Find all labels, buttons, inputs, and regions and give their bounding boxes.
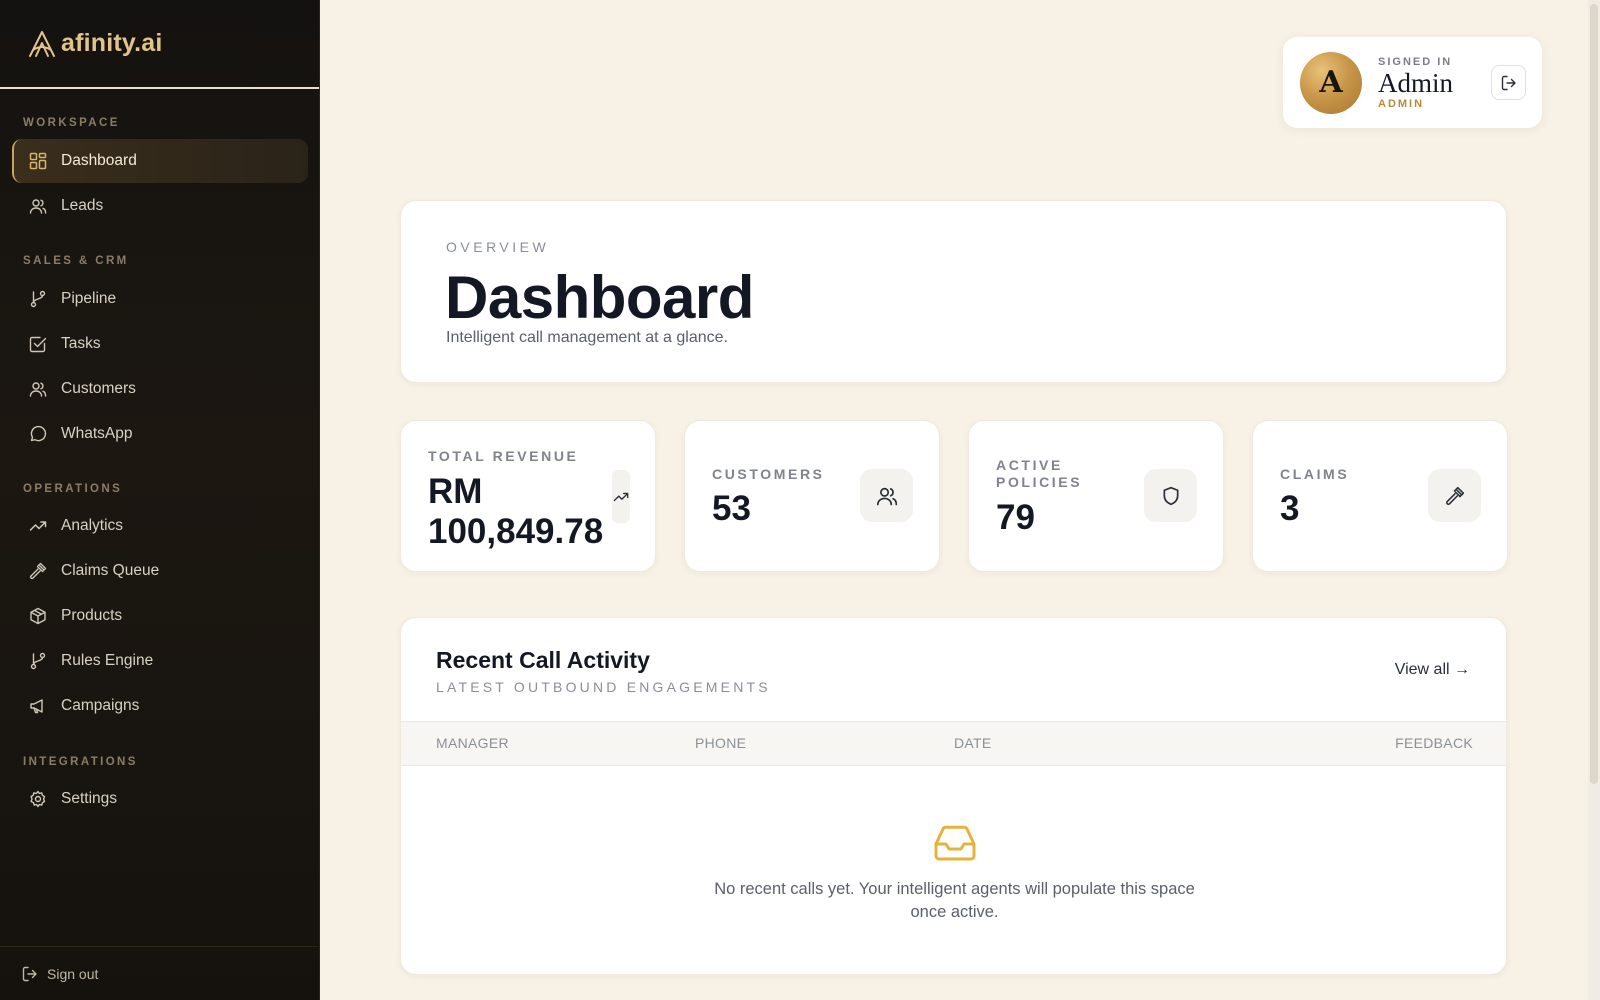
gavel-icon: [29, 562, 47, 580]
user-card: A SIGNED IN Admin ADMIN: [1283, 37, 1542, 128]
trending-up-icon: [29, 517, 47, 535]
log-out-icon: [1501, 75, 1517, 91]
brand[interactable]: afinity.ai: [0, 0, 319, 89]
sidebar-item-settings[interactable]: Settings: [12, 777, 308, 821]
gear-icon: [29, 790, 47, 808]
stat-value: 79: [996, 498, 1035, 537]
stat-value-line1: RM: [428, 472, 483, 511]
page-subtitle: Intelligent call management at a glance.: [446, 329, 728, 346]
sidebar-item-label: Products: [61, 607, 123, 624]
stat-value: 53: [712, 489, 751, 528]
stat-label-line2: POLICIES: [996, 474, 1083, 490]
section-sales: SALES & CRM: [23, 255, 129, 267]
main-content: A SIGNED IN Admin ADMIN OVERVIEW Dashboa…: [320, 0, 1600, 1000]
sidebar-item-label: Settings: [61, 790, 118, 807]
sidebar-item-products[interactable]: Products: [12, 594, 308, 638]
git-branch-icon: [29, 290, 47, 308]
logout-button[interactable]: [1491, 65, 1526, 100]
stat-card-claims: CLAIMS 3: [1252, 420, 1508, 572]
log-out-icon: [22, 966, 38, 982]
inbox-icon: [933, 823, 977, 863]
sidebar-item-label: Customers: [61, 380, 136, 397]
checkbox-icon: [29, 335, 47, 353]
users-icon: [29, 380, 47, 398]
recent-call-activity-card: Recent Call Activity LATEST OUTBOUND ENG…: [400, 617, 1507, 975]
package-icon: [29, 607, 47, 625]
signed-in-label: SIGNED IN: [1378, 55, 1453, 68]
sidebar-item-label: Tasks: [61, 335, 101, 352]
stat-label: TOTAL REVENUE: [428, 448, 579, 464]
view-all-link[interactable]: View all →: [1395, 661, 1470, 679]
scrollbar[interactable]: [1588, 0, 1600, 1000]
avatar[interactable]: A: [1300, 51, 1362, 114]
user-info: SIGNED IN Admin ADMIN: [1378, 56, 1491, 110]
shield-icon: [1144, 469, 1197, 522]
stat-label: CLAIMS: [1280, 466, 1350, 482]
scrollbar-thumb[interactable]: [1590, 4, 1598, 784]
stat-label: CUSTOMERS: [712, 466, 825, 482]
overview-card: OVERVIEW Dashboard Intelligent call mana…: [400, 200, 1507, 383]
sign-out-button[interactable]: Sign out: [0, 946, 320, 1000]
sidebar: afinity.ai WORKSPACE Dashboard Leads SAL…: [0, 0, 320, 1000]
trending-up-icon: [612, 470, 630, 523]
empty-state-message: No recent calls yet. Your intelligent ag…: [714, 880, 1195, 921]
sidebar-item-dashboard[interactable]: Dashboard: [12, 139, 308, 183]
sign-out-label: Sign out: [47, 965, 99, 982]
brand-name: afinity.ai: [61, 29, 163, 57]
afinity-logo-icon: [27, 29, 57, 59]
sidebar-item-analytics[interactable]: Analytics: [12, 504, 308, 548]
sidebar-item-leads[interactable]: Leads: [12, 184, 308, 228]
column-header-date[interactable]: DATE: [954, 735, 992, 751]
section-title: Recent Call Activity: [436, 647, 650, 673]
column-header-manager[interactable]: MANAGER: [436, 735, 509, 751]
sidebar-item-whatsapp[interactable]: WhatsApp: [12, 412, 308, 456]
sidebar-item-label: Pipeline: [61, 290, 117, 307]
column-header-phone[interactable]: PHONE: [695, 735, 746, 751]
section-workspace: WORKSPACE: [23, 117, 120, 129]
sidebar-item-label: Dashboard: [61, 152, 137, 169]
stat-card-revenue: TOTAL REVENUE RM 100,849.78: [400, 420, 656, 572]
sidebar-item-label: Rules Engine: [61, 652, 154, 669]
sidebar-item-pipeline[interactable]: Pipeline: [12, 277, 308, 321]
stat-label-line1: ACTIVE: [996, 457, 1063, 473]
grid-icon: [29, 152, 47, 170]
overview-eyebrow: OVERVIEW: [446, 239, 550, 255]
section-subtitle: LATEST OUTBOUND ENGAGEMENTS: [436, 679, 771, 695]
users-icon: [29, 197, 47, 215]
sidebar-item-customers[interactable]: Customers: [12, 367, 308, 411]
sidebar-item-label: WhatsApp: [61, 425, 133, 442]
message-circle-icon: [29, 425, 47, 443]
column-header-feedback[interactable]: FEEDBACK: [1395, 735, 1473, 751]
stat-value-line2: 100,849.78: [428, 512, 604, 551]
user-role: ADMIN: [1378, 97, 1425, 110]
stat-value: 3: [1280, 489, 1300, 528]
section-operations: OPERATIONS: [23, 483, 123, 495]
sidebar-item-label: Claims Queue: [61, 562, 160, 579]
sidebar-item-claims-queue[interactable]: Claims Queue: [12, 549, 308, 593]
user-name: Admin: [1378, 67, 1454, 98]
sidebar-item-label: Leads: [61, 197, 104, 214]
stat-card-customers: CUSTOMERS 53: [684, 420, 940, 572]
sidebar-item-rules-engine[interactable]: Rules Engine: [12, 639, 308, 683]
gavel-icon: [1428, 469, 1481, 522]
page-title: Dashboard: [445, 264, 754, 331]
sidebar-item-campaigns[interactable]: Campaigns: [12, 684, 308, 728]
section-integrations: INTEGRATIONS: [23, 756, 138, 768]
table-header: MANAGER PHONE DATE FEEDBACK: [401, 721, 1506, 766]
sidebar-item-label: Analytics: [61, 517, 124, 534]
git-branch-icon: [29, 652, 47, 670]
sidebar-item-tasks[interactable]: Tasks: [12, 322, 308, 366]
sidebar-item-label: Campaigns: [61, 697, 140, 714]
stat-card-active-policies: ACTIVE POLICIES 79: [968, 420, 1224, 572]
megaphone-icon: [29, 697, 47, 715]
users-icon: [860, 469, 913, 522]
